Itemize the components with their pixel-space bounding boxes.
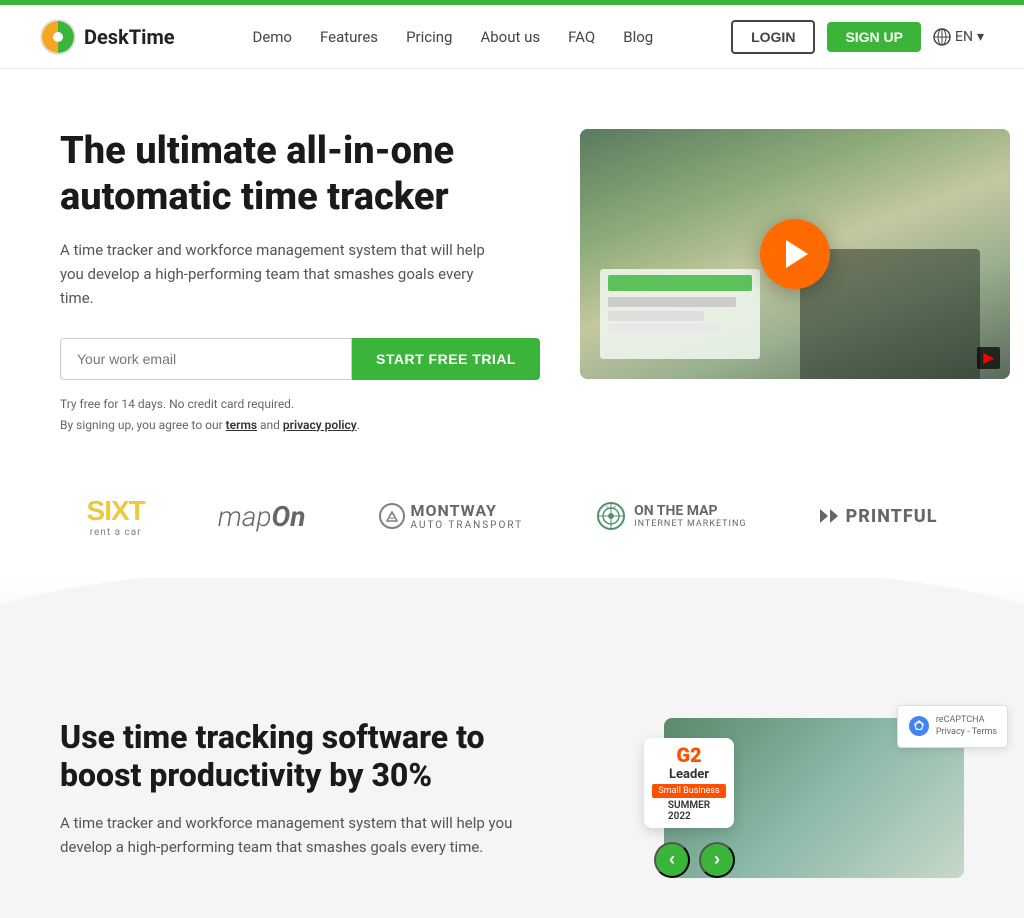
curve-divider <box>0 578 1024 678</box>
printful-icon <box>820 509 838 523</box>
onthemap-logo: ON THE MAP INTERNET MARKETING <box>596 501 746 531</box>
bottom-content: Use time tracking software to boost prod… <box>60 718 560 859</box>
sixt-logo: SIXT rent a car <box>87 495 145 538</box>
mapon-logo: mapOn <box>218 500 306 533</box>
g2-leader: Leader <box>669 767 709 782</box>
fine-print-line1: Try free for 14 days. No credit card req… <box>60 397 294 411</box>
fine-print-and: and <box>257 418 283 432</box>
nav-links: Demo Features Pricing About us FAQ Blog <box>252 28 653 46</box>
printful-logo: PRINTFUL <box>820 506 938 527</box>
login-button[interactable]: LOGIN <box>731 20 815 54</box>
bottom-subtitle: A time tracker and workforce management … <box>60 811 560 859</box>
recaptcha-badge: reCAPTCHA Privacy - Terms <box>897 705 1008 748</box>
fine-print-line2: By signing up, you agree to our <box>60 418 226 432</box>
montway-logo: MONTWAY AUTO TRANSPORT <box>379 501 524 531</box>
video-thumbnail <box>580 129 1010 379</box>
nav-actions: LOGIN SIGN UP EN ▾ <box>731 20 984 54</box>
language-selector[interactable]: EN ▾ <box>933 28 984 46</box>
play-button[interactable] <box>760 219 830 289</box>
recaptcha-icon <box>908 715 930 737</box>
g2-category: Small Business <box>652 784 725 798</box>
hero-section: The ultimate all-in-one automatic time t… <box>0 69 1024 475</box>
onthemap-icon <box>596 501 626 531</box>
nav-features[interactable]: Features <box>320 28 378 46</box>
navbar: DeskTime Demo Features Pricing About us … <box>0 5 1024 69</box>
g2-badge: G2 Leader Small Business SUMMER 2022 <box>644 738 734 828</box>
lang-label: EN <box>955 29 973 45</box>
nav-about[interactable]: About us <box>480 28 540 46</box>
g2-season: SUMMER 2022 <box>668 800 710 822</box>
hero-subtitle: A time tracker and workforce management … <box>60 238 500 310</box>
hero-video[interactable]: ▶ <box>580 129 1010 379</box>
montway-icon-svg <box>385 509 399 523</box>
email-input[interactable] <box>60 338 352 380</box>
start-trial-button[interactable]: START FREE TRIAL <box>352 338 540 380</box>
signup-form: START FREE TRIAL <box>60 338 540 380</box>
youtube-icon: ▶ <box>983 350 994 366</box>
fine-print: Try free for 14 days. No credit card req… <box>60 394 540 435</box>
hero-title: The ultimate all-in-one automatic time t… <box>60 129 540 220</box>
recaptcha-text: reCAPTCHA Privacy - Terms <box>936 714 997 739</box>
carousel-next-button[interactable]: › <box>699 842 735 878</box>
fine-print-end: . <box>357 418 360 432</box>
youtube-badge: ▶ <box>977 347 1000 369</box>
lang-chevron-icon: ▾ <box>977 29 984 45</box>
carousel-prev-button[interactable]: ‹ <box>654 842 690 878</box>
nav-demo[interactable]: Demo <box>252 28 292 46</box>
nav-pricing[interactable]: Pricing <box>406 28 452 46</box>
recaptcha-logo <box>908 715 930 737</box>
signup-button[interactable]: SIGN UP <box>827 22 921 52</box>
globe-icon <box>933 28 951 46</box>
montway-icon <box>379 503 405 529</box>
hero-content: The ultimate all-in-one automatic time t… <box>60 129 540 435</box>
play-icon <box>786 240 808 268</box>
client-logos: SIXT rent a car mapOn MONTWAY AUTO TRANS… <box>0 475 1024 578</box>
nav-faq[interactable]: FAQ <box>568 28 595 46</box>
bottom-section: Use time tracking software to boost prod… <box>0 678 1024 918</box>
desktime-logo-icon <box>40 19 76 55</box>
nav-blog[interactable]: Blog <box>623 28 653 46</box>
terms-link[interactable]: terms <box>226 418 257 432</box>
bottom-title: Use time tracking software to boost prod… <box>60 718 560 795</box>
logo[interactable]: DeskTime <box>40 19 175 55</box>
privacy-link[interactable]: privacy policy <box>283 418 357 432</box>
logo-text: DeskTime <box>84 25 175 49</box>
